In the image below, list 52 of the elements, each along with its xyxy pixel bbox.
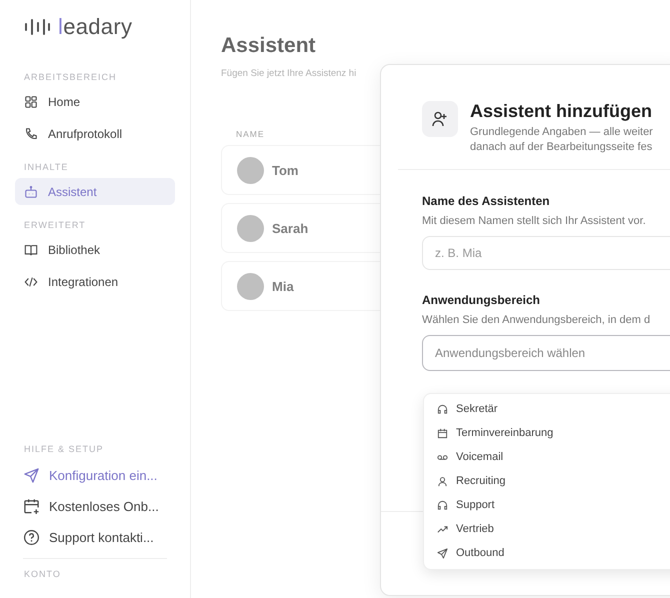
avatar-placeholder [237, 214, 264, 242]
section-title: HILFE & SETUP [23, 444, 105, 454]
help-icon [23, 529, 40, 546]
calendar-icon [437, 428, 448, 438]
menu-item[interactable]: Terminvereinbarung [424, 421, 670, 445]
trend-icon [437, 524, 448, 534]
menu-item[interactable]: Recruiting [424, 469, 670, 493]
nav-item[interactable]: Integrationen [15, 268, 175, 295]
dialog-subtitle: Grundlegende Angaben — alle weiter [470, 125, 653, 140]
help-link[interactable]: Support kontakti... [15, 522, 175, 553]
calendar-plus-icon [23, 498, 40, 515]
section-title: ARBEITSBEREICH [23, 72, 118, 82]
help-link[interactable]: Konfiguration ein... [15, 460, 175, 491]
help-link[interactable]: Kostenloses Onb... [15, 491, 175, 522]
menu-item[interactable]: Vertrieb [424, 517, 670, 541]
menu-item[interactable]: Sekretär [424, 397, 670, 421]
avatar-placeholder [237, 272, 264, 300]
field-help: Wählen Sie den Anwendungsbereich, in dem d [422, 314, 652, 326]
menu-item[interactable]: Outbound [424, 541, 670, 565]
assistant-name: Tom [272, 162, 298, 178]
assistant-name: Sarah [272, 220, 308, 236]
column-header: NAME [236, 129, 265, 139]
send-icon [23, 467, 40, 484]
logo-text: leadary [58, 14, 132, 40]
headset-icon [437, 500, 448, 510]
menu-item[interactable]: Voicemail [424, 445, 670, 469]
section-title: ERWEITERT [23, 220, 87, 230]
section-title: KONTO [23, 569, 62, 579]
nav-item[interactable]: Anrufprotokoll [15, 120, 175, 147]
assistant-name: Mia [272, 278, 294, 294]
phone-icon [24, 126, 38, 140]
section-title: INHALTE [23, 162, 70, 172]
avatar-placeholder [237, 156, 264, 184]
menu-item[interactable]: Support [424, 493, 670, 517]
dialog-title: Assistent hinzufügen [470, 101, 653, 122]
logo-bars-icon [24, 17, 50, 37]
nav-item[interactable]: Assistent [15, 178, 175, 205]
add-user-icon [422, 101, 458, 137]
code-icon [24, 274, 38, 288]
grid-icon [24, 94, 38, 108]
robot-icon [24, 184, 38, 198]
page-title: Assistent [221, 34, 317, 58]
select-field[interactable]: Anwendungsbereich wählen [422, 335, 670, 371]
dialog-subtitle: danach auf der Bearbeitungsseite fes [470, 140, 653, 155]
send-icon [437, 548, 448, 558]
page-subtitle: Fügen Sie jetzt Ihre Assistenz hi [221, 68, 358, 79]
nav-item[interactable]: Bibliothek [15, 236, 175, 263]
person-icon [437, 476, 448, 486]
nav-item[interactable]: Home [15, 88, 175, 115]
book-icon [24, 242, 38, 256]
input-field[interactable]: z. B. Mia [422, 236, 670, 270]
headset-icon [437, 404, 448, 414]
